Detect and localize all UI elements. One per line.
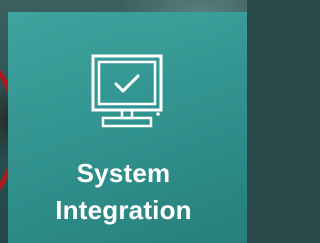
monitor-checkmark-icon — [91, 54, 163, 128]
page: System Integration — [0, 0, 247, 243]
tile-title-line1: System — [76, 158, 171, 188]
tile-title-line2: Integration — [55, 195, 192, 225]
